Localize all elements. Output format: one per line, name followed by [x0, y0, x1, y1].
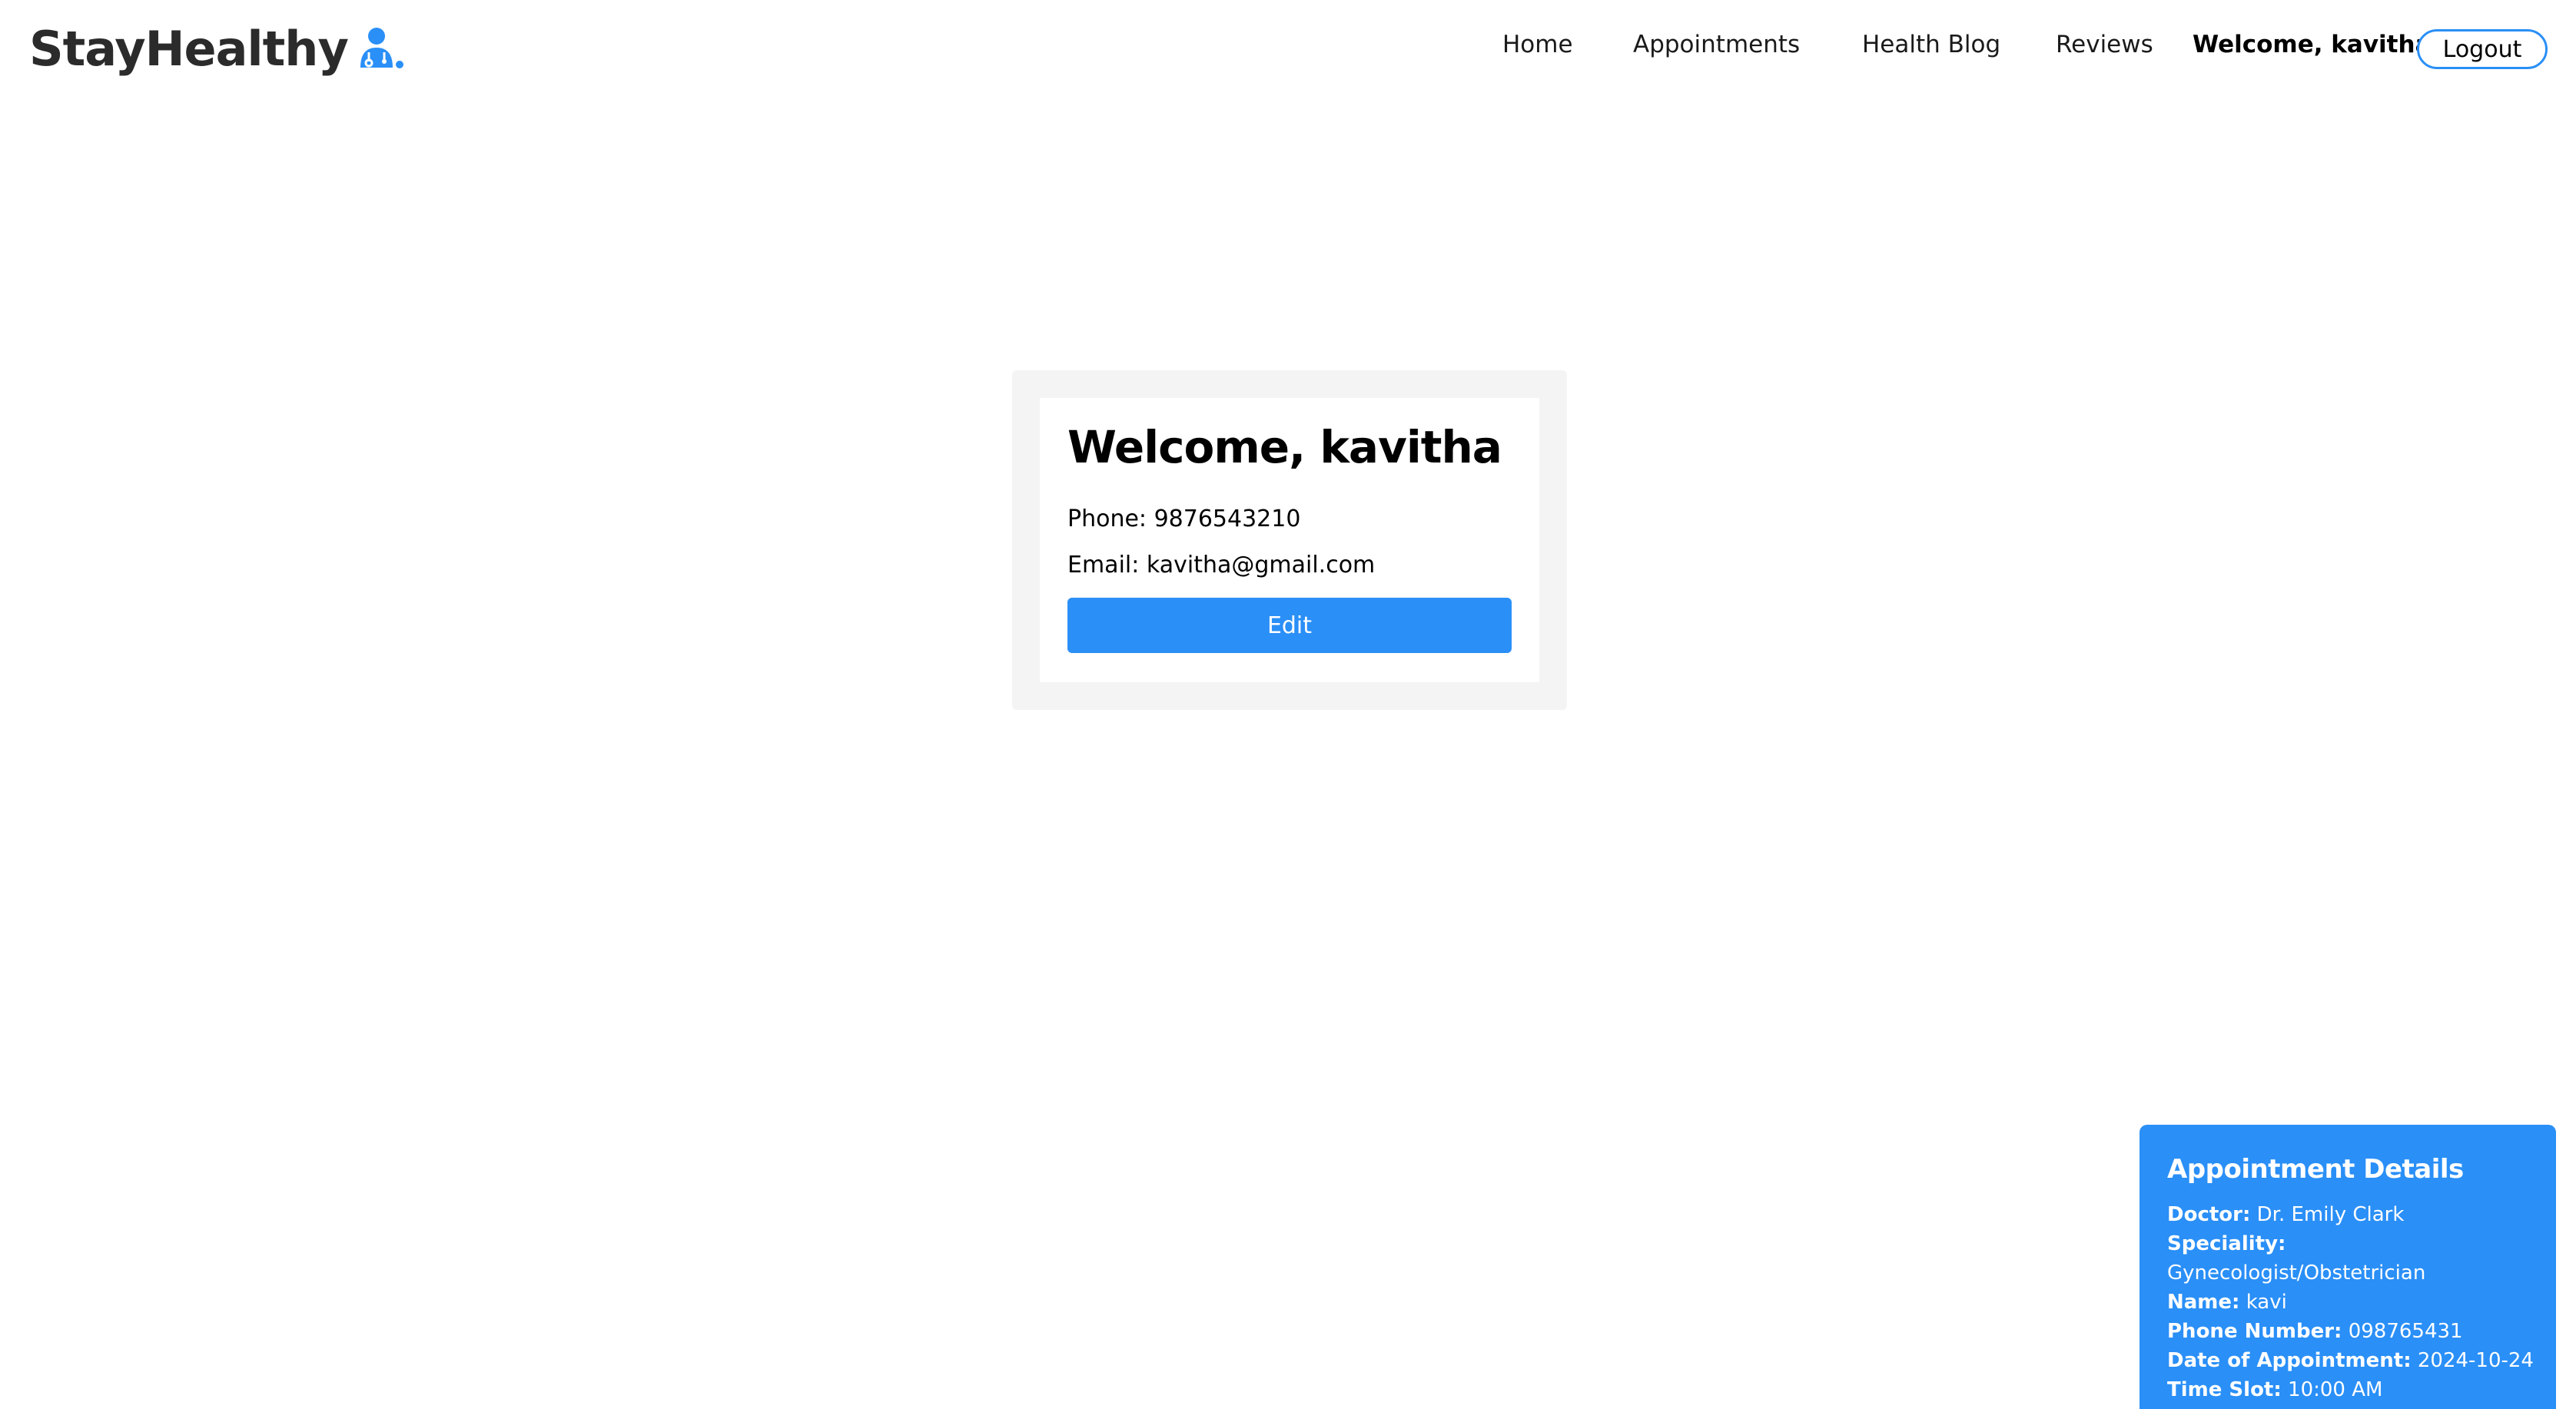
appointment-slot: Time Slot: 10:00 AM — [2167, 1375, 2528, 1404]
phone-value: 098765431 — [2348, 1320, 2463, 1343]
doctor-value: Dr. Emily Clark — [2256, 1203, 2405, 1226]
appointment-phone: Phone Number: 098765431 — [2167, 1317, 2528, 1346]
appointment-details-panel: Appointment Details Doctor: Dr. Emily Cl… — [2139, 1125, 2556, 1409]
doctor-icon — [360, 28, 403, 68]
appointment-speciality: Speciality: Gynecologist/Obstetrician — [2167, 1229, 2528, 1288]
appointment-title: Appointment Details — [2167, 1154, 2464, 1185]
nav-welcome-text: Welcome, kavitha — [2193, 31, 2432, 58]
name-value: kavi — [2246, 1291, 2287, 1314]
date-label: Date of Appointment: — [2167, 1349, 2412, 1372]
slot-value: 10:00 AM — [2288, 1378, 2383, 1401]
profile-phone: Phone: 9876543210 — [1067, 506, 1301, 532]
name-label: Name: — [2167, 1291, 2240, 1314]
brand-name[interactable]: StayHealthy — [29, 21, 349, 77]
appointment-doctor: Doctor: Dr. Emily Clark — [2167, 1200, 2528, 1229]
edit-profile-button[interactable]: Edit — [1067, 598, 1512, 653]
nav-reviews[interactable]: Reviews — [2056, 31, 2153, 58]
logout-button[interactable]: Logout — [2417, 29, 2548, 69]
profile-heading: Welcome, kavitha — [1067, 421, 1502, 473]
speciality-value: Gynecologist/Obstetrician — [2167, 1261, 2426, 1285]
slot-label: Time Slot: — [2167, 1378, 2282, 1401]
nav-home[interactable]: Home — [1502, 31, 1573, 58]
doctor-label: Doctor: — [2167, 1203, 2251, 1226]
profile-email: Email: kavitha@gmail.com — [1067, 552, 1376, 579]
date-value: 2024-10-24 — [2417, 1349, 2534, 1372]
brand-logo[interactable]: StayHealthy — [29, 20, 405, 77]
nav-health-blog[interactable]: Health Blog — [1862, 31, 2000, 58]
profile-card-body: Welcome, kavitha Phone: 9876543210 Email… — [1040, 398, 1539, 682]
nav-appointments[interactable]: Appointments — [1633, 31, 1800, 58]
navbar: StayHealthy Home Appointments Health Blo… — [0, 0, 2576, 98]
appointment-name: Name: kavi — [2167, 1288, 2528, 1317]
speciality-label: Speciality: — [2167, 1232, 2286, 1255]
profile-card: Welcome, kavitha Phone: 9876543210 Email… — [1012, 370, 1567, 710]
phone-label: Phone Number: — [2167, 1320, 2342, 1343]
appointment-date: Date of Appointment: 2024-10-24 — [2167, 1346, 2534, 1375]
